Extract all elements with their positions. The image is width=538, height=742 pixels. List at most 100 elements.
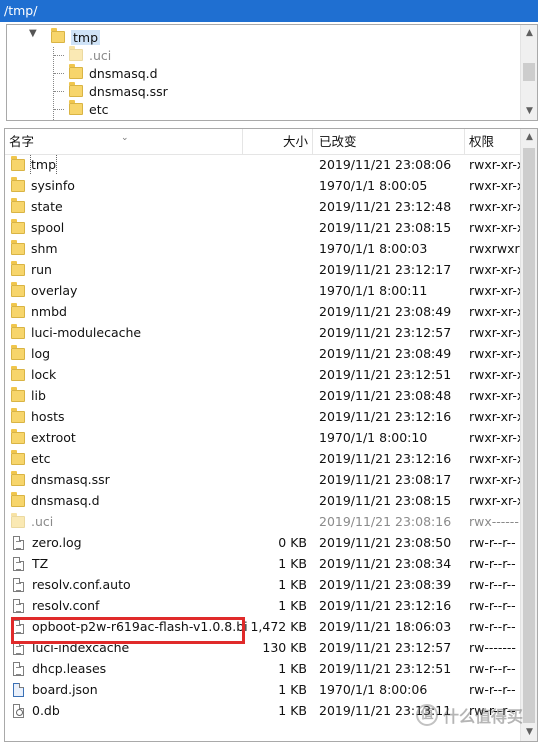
folder-icon [11,197,25,213]
folder-icon [11,449,25,465]
row-name: etc [31,451,51,466]
tree-item[interactable]: .uci [69,46,111,64]
column-header-permissions[interactable]: 权限 [465,129,522,155]
row-name: lib [31,388,46,403]
row-size: 1 KB [278,577,307,592]
scroll-up-icon[interactable]: ▲ [521,25,537,42]
row-name-cell: overlay [11,280,247,301]
row-name-cell: etc [11,448,247,469]
scroll-down-icon[interactable]: ▼ [521,724,537,741]
row-name: .uci [31,514,54,529]
watermark-text: 什么值得买 [442,707,523,726]
row-size [247,322,307,343]
list-header: 名字 ⌄ 大小 已改变 权限 [5,129,522,155]
tree-item[interactable]: etc [69,100,108,118]
row-size [247,154,307,175]
row-name-cell: lock [11,364,247,385]
row-modified: 2019/11/21 23:08:17 [319,472,452,487]
folder-icon [69,82,83,97]
file-row[interactable]: zero.log 0 KB 2019/11/21 23:08:50 rw-r--r-- [5,532,522,553]
file-row[interactable]: resolv.conf 1 KB 2019/11/21 23:12:16 rw-r--… [5,595,522,616]
scroll-thumb[interactable] [523,148,535,723]
row-name: dnsmasq.ssr [31,472,110,487]
row-name: state [31,199,63,214]
folder-icon [11,491,25,507]
row-name-cell: nmbd [11,301,247,322]
row-modified: 1970/1/1 8:00:11 [319,283,428,298]
file-list[interactable]: 名字 ⌄ 大小 已改变 权限 tmp 2019/11/21 23:08:06 rwx… [4,128,538,742]
tree-item[interactable]: tmp [51,28,101,46]
row-name: lock [31,367,57,382]
row-permissions: rw-r--r-- [469,535,516,550]
row-size [247,427,307,448]
tree-item-label: etc [89,101,109,117]
tree-scrollbar[interactable]: ▲ ▼ [520,25,537,120]
row-name: hosts [31,409,65,424]
row-name: nmbd [31,304,67,319]
folder-row[interactable]: log 2019/11/21 23:08:49 rwxr-xr-x [5,343,523,364]
folder-row[interactable]: dnsmasq.ssr 2019/11/21 23:08:17 rwxr-xr-x [5,469,523,490]
folder-row[interactable]: tmp 2019/11/21 23:08:06 rwxr-xr-x [5,154,523,175]
tree-item-label: .uci [89,47,112,63]
directory-tree[interactable]: ▼ tmp .uci dnsmasq.d dnsmasq.ssr etc ▲ ▼ [6,24,538,121]
path-bar[interactable]: /tmp/ [0,0,538,22]
folder-row[interactable]: run 2019/11/21 23:12:17 rwxr-xr-x [5,259,523,280]
row-modified: 2019/11/21 23:12:16 [319,409,452,424]
folder-icon [51,28,65,43]
folder-row[interactable]: luci-modulecache 2019/11/21 23:12:57 rwxr-… [5,322,523,343]
folder-row[interactable]: overlay 1970/1/1 8:00:11 rwxr-xr-x [5,280,523,301]
tree-guide-line [54,91,64,92]
tree-item[interactable]: dnsmasq.ssr [69,82,168,100]
row-modified: 2019/11/21 23:12:51 [319,367,452,382]
scroll-up-icon[interactable]: ▲ [521,129,537,146]
row-name-cell: zero.log [11,532,247,553]
tree-item-label: tmp [71,29,101,45]
file-row[interactable]: dhcp.leases 1 KB 2019/11/21 23:12:51 rw-r--… [5,658,522,679]
row-permissions: rw------- [469,640,516,655]
row-size [247,406,307,427]
row-modified: 2019/11/21 23:08:49 [319,304,452,319]
folder-row[interactable]: sysinfo 1970/1/1 8:00:05 rwxr-xr-x [5,175,523,196]
folder-icon [11,407,25,423]
folder-row[interactable]: lib 2019/11/21 23:08:48 rwxr-xr-x [5,385,523,406]
row-name: 0.db [32,703,60,718]
folder-row[interactable]: etc 2019/11/21 23:12:16 rwxr-xr-x [5,448,523,469]
row-permissions: rwxr-xr-x [469,346,523,361]
column-header-name[interactable]: 名字 ⌄ [5,129,243,155]
folder-icon [11,155,25,171]
scroll-down-icon[interactable]: ▼ [521,103,537,120]
folder-row[interactable]: dnsmasq.d 2019/11/21 23:08:15 rwxr-xr-x [5,490,523,511]
folder-icon [11,365,25,381]
column-header-modified[interactable]: 已改变 [313,129,465,155]
list-scrollbar[interactable]: ▲ ▼ [520,129,537,741]
file-icon [13,556,24,571]
column-header-name-label: 名字 [9,134,35,149]
row-name-cell: run [11,259,247,280]
folder-icon [11,470,25,486]
folder-row[interactable]: spool 2019/11/21 23:08:15 rwxr-xr-x [5,217,523,238]
scroll-thumb[interactable] [523,63,535,81]
column-header-size[interactable]: 大小 [243,129,313,155]
folder-icon [11,260,25,276]
file-row[interactable]: TZ 1 KB 2019/11/21 23:08:34 rw-r--r-- [5,553,522,574]
row-permissions: rwxr-xr-x [469,472,523,487]
file-row[interactable]: resolv.conf.auto 1 KB 2019/11/21 23:08:39 r… [5,574,522,595]
folder-icon [11,281,25,297]
folder-row[interactable]: state 2019/11/21 23:12:48 rwxr-xr-x [5,196,523,217]
folder-row[interactable]: hosts 2019/11/21 23:12:16 rwxr-xr-x [5,406,523,427]
tree-item[interactable]: dnsmasq.d [69,64,158,82]
folder-row[interactable]: extroot 1970/1/1 8:00:10 rwxr-xr-x [5,427,523,448]
folder-row[interactable]: lock 2019/11/21 23:12:51 rwxr-xr-x [5,364,523,385]
row-permissions: rw-r--r-- [469,556,516,571]
row-modified: 1970/1/1 8:00:06 [319,682,428,697]
row-name-cell: TZ [11,553,247,574]
file-row[interactable]: board.json 1 KB 1970/1/1 8:00:06 rw-r--r-- [5,679,522,700]
chevron-down-icon[interactable]: ▼ [29,28,43,40]
folder-row[interactable]: .uci 2019/11/21 23:08:16 rwx------ [5,511,522,532]
row-name-cell: log [11,343,247,364]
sort-caret-icon: ⌄ [121,133,129,143]
folder-row[interactable]: nmbd 2019/11/21 23:08:49 rwxr-xr-x [5,301,523,322]
folder-row[interactable]: shm 1970/1/1 8:00:03 rwxrwxrwx [5,238,523,259]
row-name: dnsmasq.d [31,493,100,508]
database-file-icon [13,703,24,718]
